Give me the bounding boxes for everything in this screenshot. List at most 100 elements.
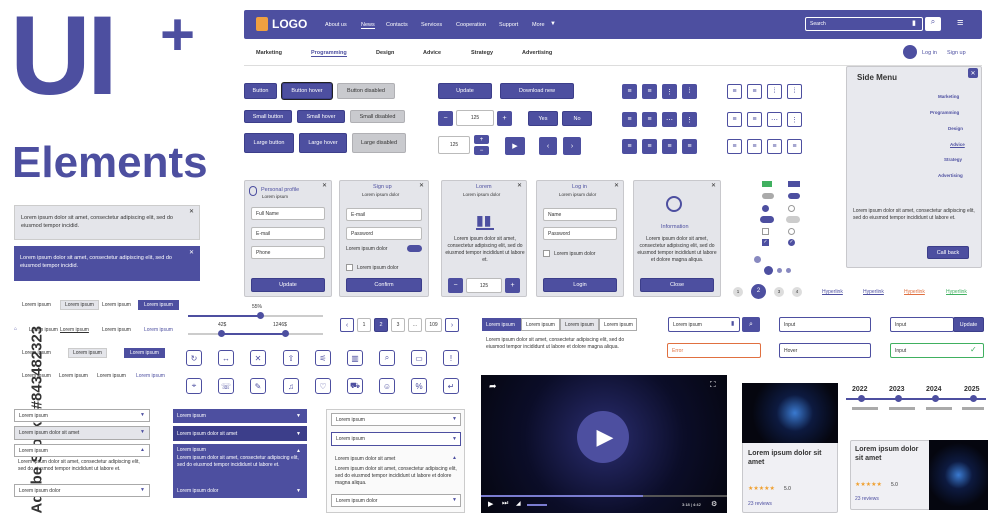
switch-a[interactable] [760, 216, 774, 223]
checkbox-a[interactable] [762, 228, 769, 235]
plus-button[interactable]: + [497, 111, 512, 126]
grid-dots-outline-icon[interactable]: ⁞ [787, 84, 802, 99]
nav-support[interactable]: Support [499, 22, 518, 28]
lorem-close-icon[interactable]: ✕ [517, 182, 522, 189]
full-name-field[interactable]: Full Name [251, 207, 325, 220]
login-name-field[interactable]: Name [543, 208, 617, 221]
align-left-icon[interactable]: ≡ [622, 84, 637, 99]
checkbox-checked[interactable]: ✓ [762, 239, 769, 246]
breadcrumb-item[interactable]: Lorem ipsum [59, 373, 88, 379]
signup-close-icon[interactable]: ✕ [419, 182, 424, 189]
nav-cooperation[interactable]: Cooperation [456, 22, 486, 28]
toggle-purple[interactable] [788, 181, 800, 187]
more-icon[interactable]: ⋯ [662, 112, 677, 127]
align-center-icon[interactable]: ≡ [642, 84, 657, 99]
trash-icon[interactable]: ▥ [347, 350, 363, 366]
slider-handle[interactable] [257, 312, 264, 319]
logo[interactable]: LOGO [272, 17, 307, 31]
dropdown-3-4[interactable]: Lorem ipsum dolor [331, 494, 461, 507]
play-icon[interactable]: ▶ [505, 137, 525, 155]
chevron-right-icon[interactable]: › [563, 137, 581, 155]
plus-small-button[interactable]: + [474, 135, 489, 144]
email-field[interactable]: E-mail [251, 227, 325, 240]
login-link[interactable]: Log in [922, 50, 937, 56]
list-justify-icon[interactable]: ≡ [682, 139, 697, 154]
share-icon[interactable]: ➦ [489, 381, 497, 392]
lorem-plus-button[interactable]: + [505, 278, 520, 293]
confirm-button[interactable]: Confirm [346, 278, 422, 292]
breadcrumb-item[interactable]: Lorem ipsum [29, 327, 58, 333]
toggle-b[interactable] [788, 193, 800, 199]
dots-indicator-active[interactable] [764, 266, 773, 275]
subnav-strategy[interactable]: Strategy [471, 50, 493, 56]
reviews-link[interactable]: 23 reviews [748, 501, 772, 507]
slider-track[interactable] [188, 315, 323, 317]
page-109[interactable]: 109 [425, 318, 442, 332]
search-button-icon[interactable]: ⌕ [742, 317, 760, 332]
radio-a[interactable] [762, 205, 769, 212]
dropdown-3-1[interactable]: Lorem ipsum [331, 413, 461, 426]
download-button[interactable]: Download new [500, 83, 574, 99]
login-password-field[interactable]: Password [543, 227, 617, 240]
alert-dark-close-icon[interactable]: ✕ [189, 249, 194, 256]
mic-icon[interactable]: ▮ [731, 320, 734, 327]
list-center-outline-icon[interactable]: ≡ [767, 139, 782, 154]
update-button[interactable]: Update [438, 83, 492, 99]
more-outline-icon[interactable]: ⋯ [767, 112, 782, 127]
list-right-icon[interactable]: ≡ [642, 139, 657, 154]
breadcrumb-item-active[interactable]: Lorem ipsum [124, 348, 165, 358]
page-2-active[interactable]: 2 [374, 318, 388, 332]
stepper-value-2[interactable]: 125 [438, 136, 470, 154]
user-icon[interactable] [903, 45, 917, 59]
page-dot-2-active[interactable]: 2 [751, 284, 766, 299]
small-hover[interactable]: Small hover [297, 110, 345, 123]
volume-icon[interactable]: ◢ [516, 500, 521, 507]
tab-4[interactable]: Lorem ipsum [599, 318, 637, 331]
mic-icon[interactable]: ▮ [912, 19, 916, 27]
alert-icon[interactable]: ! [443, 350, 459, 366]
more-vertical-icon[interactable]: ⋮ [682, 112, 697, 127]
button[interactable]: Button [244, 83, 277, 99]
resize-icon[interactable]: ↔ [218, 350, 234, 366]
pencil-icon[interactable]: ✎ [250, 378, 266, 394]
align-justify-icon[interactable]: ≡ [622, 112, 637, 127]
signup-link[interactable]: Sign up [947, 50, 966, 56]
dropdown-4[interactable]: Lorem ipsum dolor [14, 484, 150, 497]
next-icon[interactable]: ⏭ [502, 500, 508, 508]
side-item-programming[interactable]: Programming [930, 110, 959, 115]
settings-icon[interactable]: ⚙ [711, 500, 717, 508]
nav-more[interactable]: More [532, 22, 545, 28]
input-update-button[interactable]: Update [953, 317, 984, 332]
breadcrumb-item[interactable]: Lorem ipsum [102, 302, 131, 308]
chevron-left-icon[interactable]: ‹ [539, 137, 557, 155]
dropdown-1[interactable]: Lorem ipsum [14, 409, 150, 422]
signup-toggle[interactable] [407, 245, 422, 252]
timeline-dot[interactable] [858, 395, 865, 402]
phone-field[interactable]: Phone [251, 246, 325, 259]
align-justify-outline-icon[interactable]: ≡ [747, 112, 762, 127]
close-icon[interactable]: ✕ [250, 350, 266, 366]
tab-1-active[interactable]: Lorem ipsum [482, 318, 521, 331]
side-item-design[interactable]: Design [948, 126, 963, 131]
tab-3[interactable]: Lorem ipsum [560, 318, 599, 331]
lorem-stepper-value[interactable]: 125 [466, 278, 502, 293]
hover-input[interactable]: Hover [779, 343, 871, 358]
minus-button[interactable]: − [438, 111, 453, 126]
subnav-advertising[interactable]: Advertising [522, 50, 552, 56]
upload-icon[interactable]: ⇧ [283, 350, 299, 366]
dropdown-purple-2[interactable]: Lorem ipsum dolor sit amet [173, 426, 307, 441]
nav-about[interactable]: About us [325, 22, 347, 28]
breadcrumb-item[interactable]: Lorem ipsum [102, 327, 131, 333]
breadcrumb-item[interactable]: Lorem ipsum [136, 373, 165, 379]
phone-icon[interactable]: ☏ [218, 378, 234, 394]
info-close-button[interactable]: Close [640, 278, 714, 292]
breadcrumb-item[interactable]: Lorem ipsum [60, 300, 99, 310]
user-icon[interactable]: ☺ [379, 378, 395, 394]
grid-outline-icon[interactable]: ⁞ [767, 84, 782, 99]
call-back-button[interactable]: Call back [927, 246, 969, 259]
lorem-minus-button[interactable]: − [448, 278, 463, 293]
side-item-marketing[interactable]: Marketing [938, 94, 959, 99]
page-3[interactable]: 3 [391, 318, 405, 332]
play-icon[interactable]: ▶ [488, 500, 493, 508]
login-button[interactable]: Login [543, 278, 617, 292]
